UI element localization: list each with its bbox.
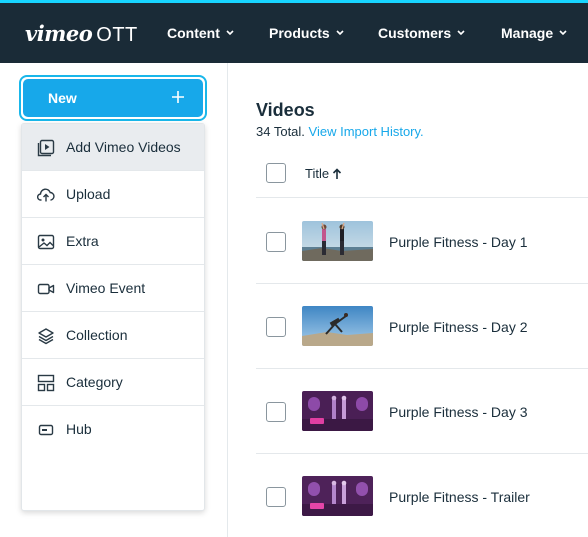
logo-suffix: OTT xyxy=(96,24,138,46)
table-header: Title xyxy=(256,151,588,198)
chevron-down-icon xyxy=(336,30,344,36)
title-column-label: Title xyxy=(305,166,330,181)
table-row[interactable]: Purple Fitness - Day 1 xyxy=(256,199,588,284)
left-panel: New Add Vimeo Videos Upload Extra Vimeo … xyxy=(0,63,228,537)
chevron-down-icon xyxy=(226,30,234,36)
page-title: Videos xyxy=(256,100,315,120)
menu-item-hub[interactable]: Hub xyxy=(22,406,204,453)
video-title: Purple Fitness - Day 2 xyxy=(389,319,528,335)
nav-manage-label: Manage xyxy=(501,25,554,41)
menu-item-vimeo-event[interactable]: Vimeo Event xyxy=(22,265,204,312)
nav-customers-label: Customers xyxy=(378,25,452,41)
video-title: Purple Fitness - Trailer xyxy=(389,489,530,505)
category-grid-icon xyxy=(37,374,55,392)
row-checkbox[interactable] xyxy=(266,487,286,507)
videos-total: 34 Total. View Import History. xyxy=(256,124,424,139)
layers-icon xyxy=(38,328,54,345)
chevron-down-icon xyxy=(457,30,465,36)
nav-content-label: Content xyxy=(167,25,220,41)
nav-products[interactable]: Products xyxy=(269,24,344,42)
video-camera-icon xyxy=(37,283,55,295)
row-checkbox[interactable] xyxy=(266,232,286,252)
videos-panel: Videos 34 Total. View Import History. Ti… xyxy=(229,63,588,537)
menu-item-category[interactable]: Category xyxy=(22,359,204,406)
hub-icon xyxy=(38,424,54,436)
menu-item-label: Extra xyxy=(66,233,99,249)
nav-customers[interactable]: Customers xyxy=(378,24,465,42)
select-all-checkbox[interactable] xyxy=(266,163,286,183)
new-dropdown-menu: Add Vimeo Videos Upload Extra Vimeo Even… xyxy=(21,123,205,511)
nav-manage[interactable]: Manage xyxy=(501,24,567,42)
new-button-focus-ring: New xyxy=(19,75,207,121)
plus-icon xyxy=(172,91,184,103)
new-button-label: New xyxy=(48,90,77,106)
video-thumbnail xyxy=(302,391,373,431)
video-thumbnail xyxy=(302,306,373,346)
nav-products-label: Products xyxy=(269,25,330,41)
logo-word: vimeo xyxy=(25,21,93,46)
menu-item-extra[interactable]: Extra xyxy=(22,218,204,265)
cloud-upload-icon xyxy=(37,188,55,202)
menu-item-label: Upload xyxy=(66,186,111,202)
total-count: 34 Total. xyxy=(256,124,305,139)
top-navigation-bar: vimeo OTT Content Products Customers Man… xyxy=(0,0,588,63)
video-title: Purple Fitness - Day 1 xyxy=(389,234,528,250)
vimeo-ott-logo[interactable]: vimeo OTT xyxy=(25,21,138,46)
row-checkbox[interactable] xyxy=(266,317,286,337)
video-thumbnail xyxy=(302,221,373,261)
view-import-history-link[interactable]: View Import History. xyxy=(309,124,424,139)
menu-item-label: Category xyxy=(66,374,123,390)
menu-item-collection[interactable]: Collection xyxy=(22,312,204,359)
nav-content[interactable]: Content xyxy=(167,24,234,42)
table-row[interactable]: Purple Fitness - Day 3 xyxy=(256,369,588,454)
image-icon xyxy=(37,234,55,250)
table-row[interactable]: Purple Fitness - Trailer xyxy=(256,454,588,537)
sort-ascending-icon xyxy=(333,167,342,179)
menu-item-label: Hub xyxy=(66,421,92,437)
new-button[interactable]: New xyxy=(23,79,203,117)
accent-strip xyxy=(0,0,588,3)
chevron-down-icon xyxy=(559,30,567,36)
title-column-header[interactable]: Title xyxy=(305,166,342,181)
menu-item-label: Vimeo Event xyxy=(66,280,146,296)
video-thumbnail xyxy=(302,476,373,516)
menu-item-add-vimeo-videos[interactable]: Add Vimeo Videos xyxy=(22,124,204,171)
menu-item-label: Add Vimeo Videos xyxy=(66,139,181,155)
video-title: Purple Fitness - Day 3 xyxy=(389,404,528,420)
menu-item-label: Collection xyxy=(66,327,128,343)
table-row[interactable]: Purple Fitness - Day 2 xyxy=(256,284,588,369)
row-checkbox[interactable] xyxy=(266,402,286,422)
add-video-icon xyxy=(37,139,55,157)
menu-item-upload[interactable]: Upload xyxy=(22,171,204,218)
